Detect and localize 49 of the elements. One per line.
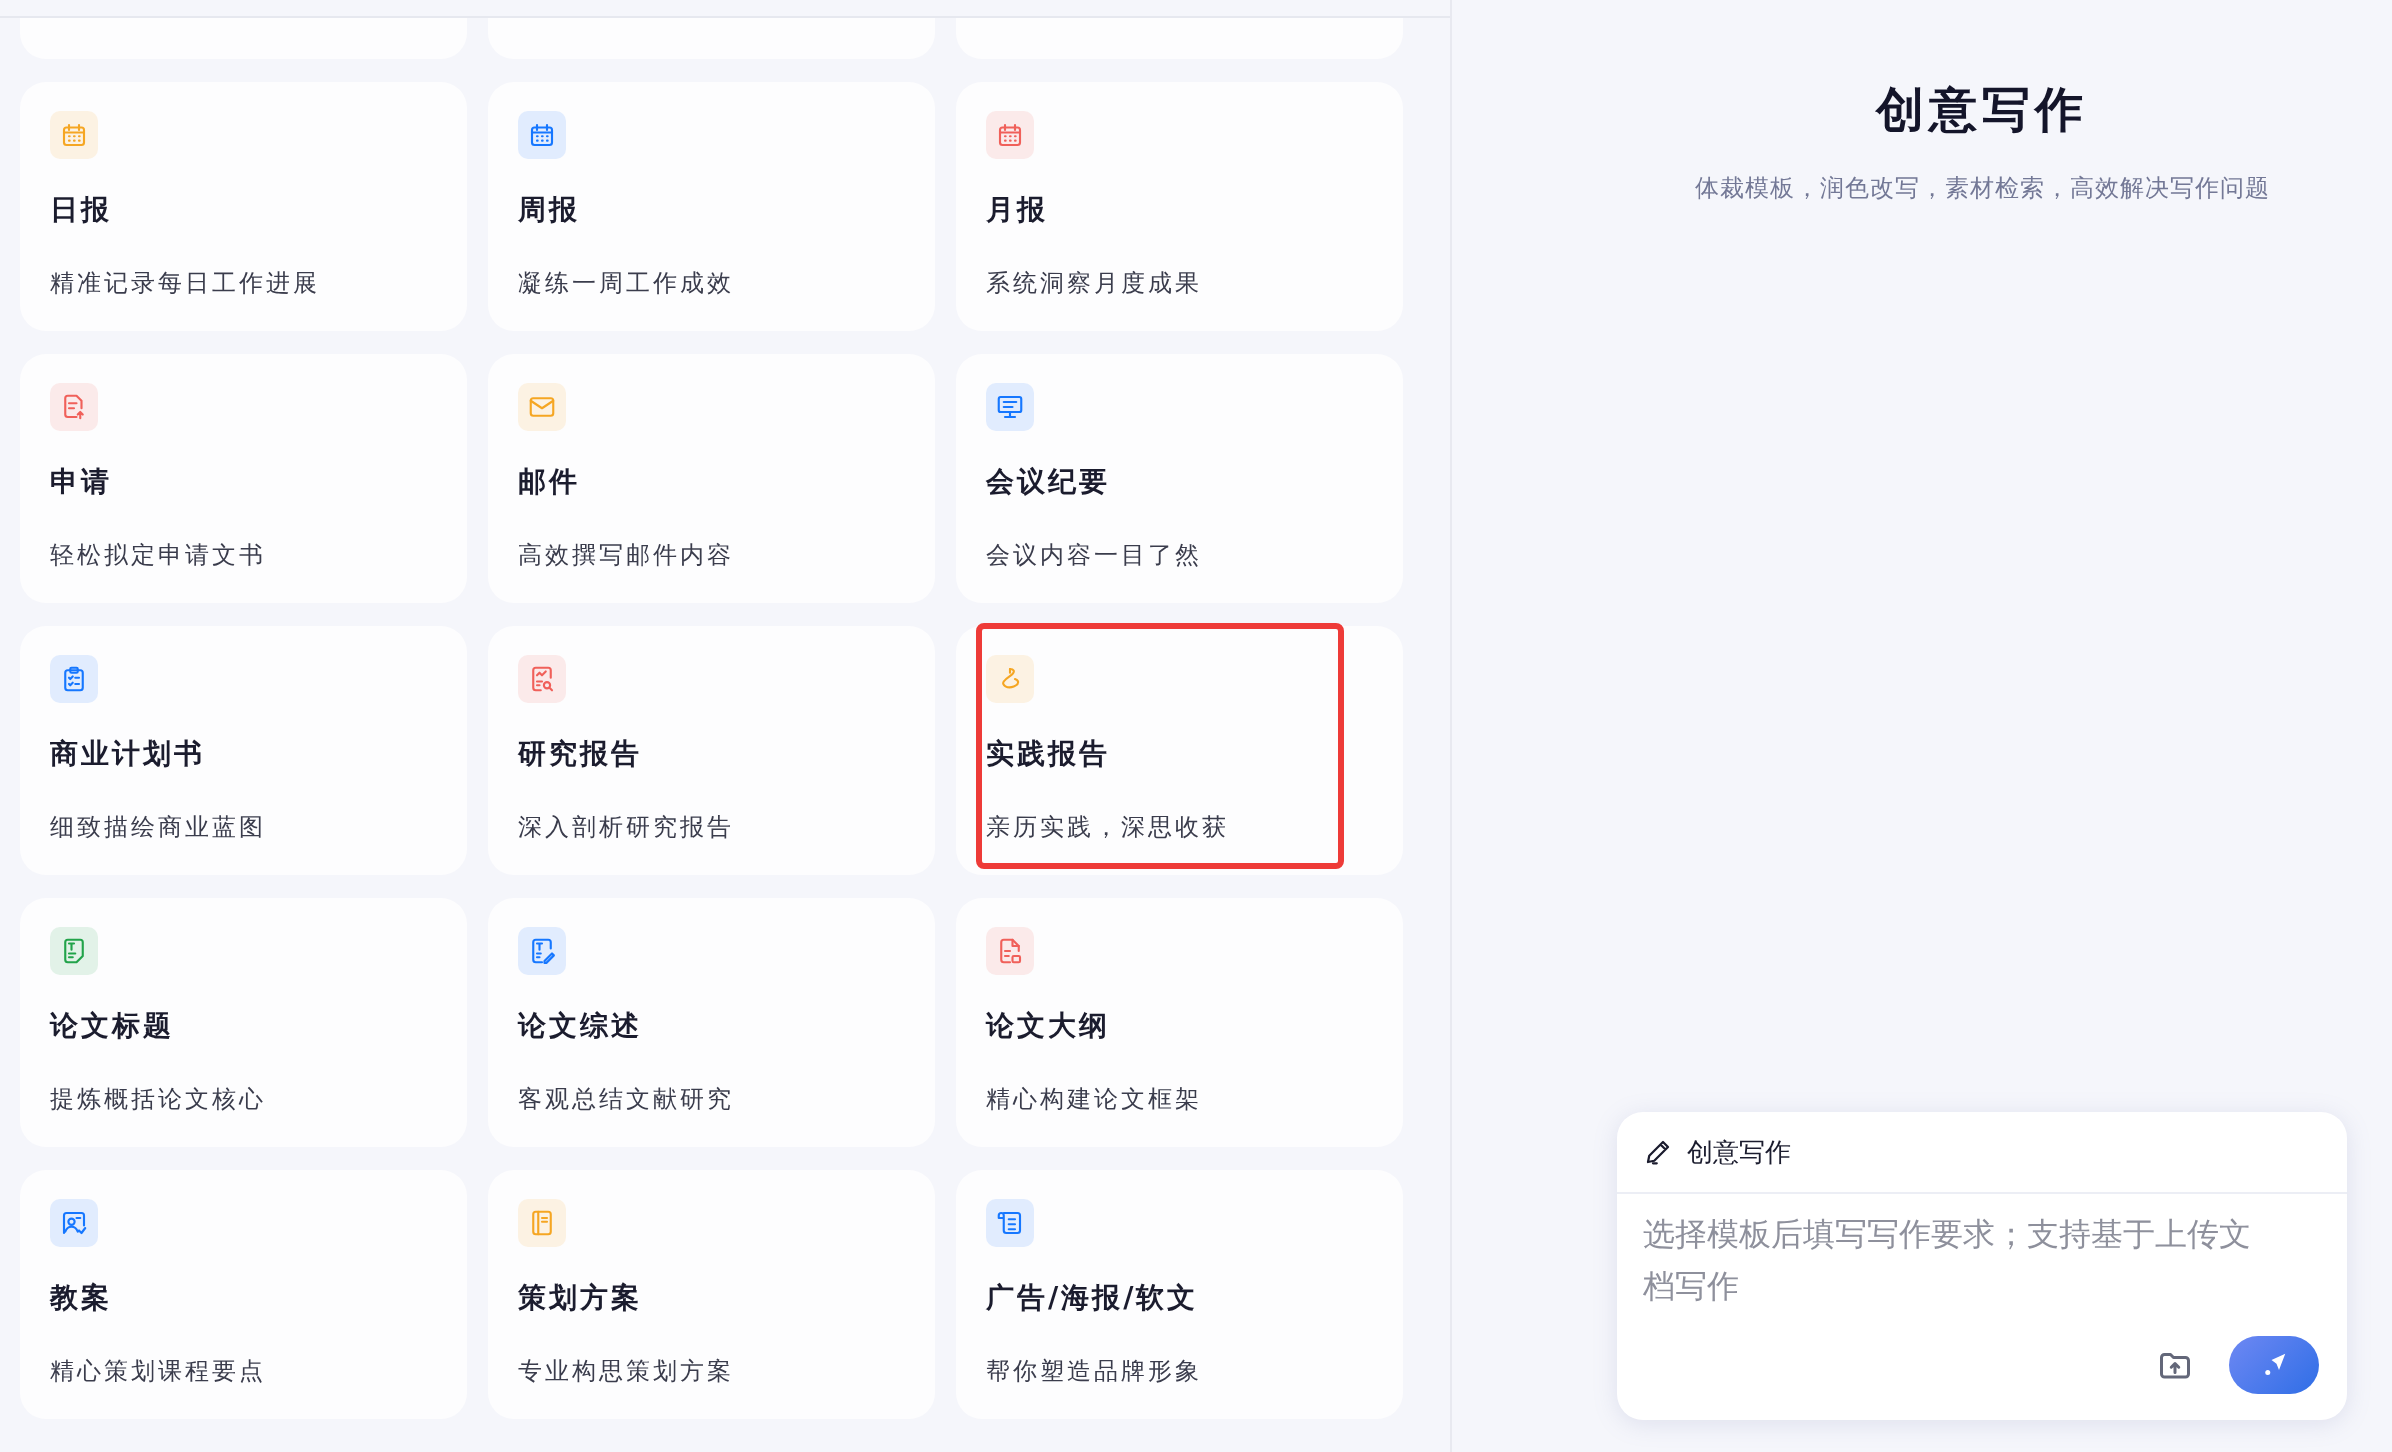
- template-card[interactable]: 日报 精准记录每日工作进展: [20, 82, 467, 331]
- card-description: 客观总结文献研究: [518, 1084, 735, 1115]
- template-card[interactable]: 会议纪要 会议内容一目了然: [956, 354, 1403, 603]
- template-card[interactable]: 邮件 高效撰写邮件内容: [488, 354, 935, 603]
- card-title: 教案: [50, 1280, 113, 1316]
- card-title: 商业计划书: [50, 736, 206, 772]
- card-title: 论文标题: [50, 1008, 175, 1044]
- card-title: 周报: [518, 192, 581, 228]
- card-description: 高效撰写邮件内容: [518, 540, 735, 571]
- template-card[interactable]: 实践报告 亲历实践，深思收获: [956, 626, 1403, 875]
- card-description: 系统洞察月度成果: [986, 268, 1203, 299]
- card-description: 细致描绘商业蓝图: [50, 812, 267, 843]
- panel-title: 创意写作: [1876, 80, 2088, 139]
- card-title: 月报: [986, 192, 1049, 228]
- send-button[interactable]: [2229, 1336, 2319, 1394]
- card-description: 轻松拟定申请文书: [50, 540, 267, 571]
- template-card[interactable]: 论文综述 客观总结文献研究: [488, 898, 935, 1147]
- card-title: 策划方案: [518, 1280, 643, 1316]
- card-description: 精准记录每日工作进展: [50, 268, 321, 299]
- card-title: 申请: [50, 464, 113, 500]
- card-title: 广告/海报/软文: [986, 1280, 1200, 1316]
- template-card[interactable]: 论文大纲 精心构建论文框架: [956, 898, 1403, 1147]
- card-title: 邮件: [518, 464, 581, 500]
- template-card[interactable]: 教案 精心策划课程要点: [20, 1170, 467, 1419]
- template-card[interactable]: 申请 轻松拟定申请文书: [20, 354, 467, 603]
- template-card[interactable]: 广告/海报/软文 帮你塑造品牌形象: [956, 1170, 1403, 1419]
- card-description: 精心策划课程要点: [50, 1356, 267, 1387]
- template-card[interactable]: 商业计划书 细致描绘商业蓝图: [20, 626, 467, 875]
- template-card[interactable]: 月报 系统洞察月度成果: [956, 82, 1403, 331]
- card-description: 提炼概括论文核心: [50, 1084, 267, 1115]
- template-card[interactable]: 研究报告 深入剖析研究报告: [488, 626, 935, 875]
- card-description: 会议内容一目了然: [986, 540, 1203, 571]
- card-description: 深入剖析研究报告: [518, 812, 735, 843]
- panel-subtitle: 体裁模板，润色改写，素材检索，高效解决写作问题: [1694, 173, 2270, 204]
- card-description: 帮你塑造品牌形象: [986, 1356, 1203, 1387]
- card-title: 论文综述: [518, 1008, 643, 1044]
- mode-label: 创意写作: [1687, 1135, 1791, 1169]
- template-card[interactable]: 策划方案 专业构思策划方案: [488, 1170, 935, 1419]
- card-title: 实践报告: [986, 736, 1111, 772]
- card-title: 日报: [50, 192, 113, 228]
- template-card[interactable]: 论文标题 提炼概括论文核心: [20, 898, 467, 1147]
- card-title: 研究报告: [518, 736, 643, 772]
- card-title: 会议纪要: [986, 464, 1111, 500]
- card-description: 精心构建论文框架: [986, 1084, 1203, 1115]
- card-description: 亲历实践，深思收获: [986, 812, 1230, 843]
- card-description: 专业构思策划方案: [518, 1356, 735, 1387]
- template-card[interactable]: 周报 凝练一周工作成效: [488, 82, 935, 331]
- card-description: 凝练一周工作成效: [518, 268, 735, 299]
- card-title: 论文大纲: [986, 1008, 1111, 1044]
